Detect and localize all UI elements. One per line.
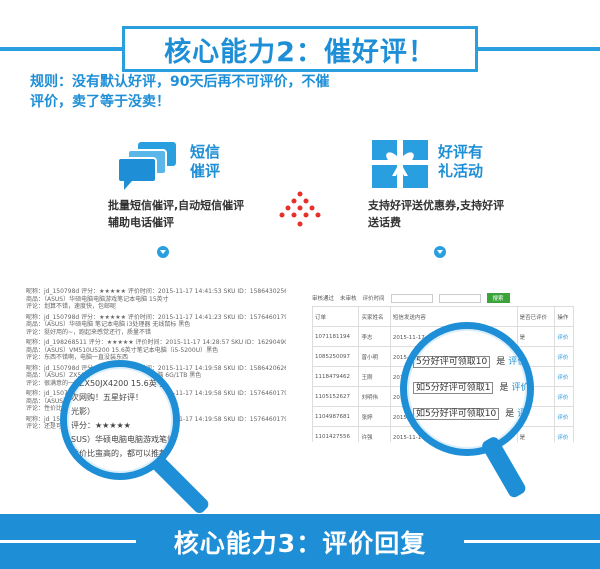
lens-row: 如5分好评可领取1 是评价	[413, 375, 527, 401]
review-row: 评论：挺好用的~，跑起来感觉还行，质量不错	[26, 328, 152, 336]
search-button[interactable]: 搜索	[486, 293, 510, 303]
magnifier-lens-right: 5分好评可领取10 是评价 如5分好评可领取1 是评价 如5分好评可领取10 是评价	[400, 322, 534, 456]
table-cell: 曾小明	[358, 346, 391, 367]
col-header: 是否已评价	[516, 306, 556, 327]
lens-sms-text: 如5分好评可领取10	[413, 408, 500, 420]
chat-bubbles-icon	[117, 142, 176, 190]
bottom-title-bar: 核心能力3：评价回复	[0, 514, 600, 569]
feature-gift-label-2: 礼活动	[438, 162, 484, 180]
review-link[interactable]: 评价	[554, 406, 574, 427]
lens-sms-text: 如5分好评可领取1	[413, 382, 494, 394]
lens-yes: 是	[499, 383, 509, 393]
table-cell: 许强	[358, 426, 391, 442]
title-box: 核心能力2：催好评！	[122, 26, 478, 72]
review-link[interactable]: 评价	[554, 426, 574, 442]
lens-review-link[interactable]: 评价	[508, 357, 526, 367]
lens-text: 评分：★★★★★	[71, 421, 131, 430]
table-cell: 1101427556	[312, 426, 360, 442]
lens-text: 光影）	[71, 407, 95, 416]
filter-approved[interactable]: 审核通过	[312, 294, 334, 302]
date-from-input[interactable]	[390, 293, 433, 303]
filter-date-label: 评价时间	[362, 296, 385, 302]
chevron-down-icon	[157, 246, 169, 258]
gift-box-icon	[372, 140, 428, 188]
table-cell: 1071181194	[312, 326, 360, 347]
lens-text: 次网购！五星好评！	[71, 393, 143, 402]
review-row: 昵称：jd_150798d 评分：★★★★★ 评价时间：2015-11-17 1…	[26, 364, 286, 372]
section-title-bar: 核心能力2：催好评！	[0, 26, 600, 72]
table-cell: 是	[516, 426, 556, 442]
lens-row: 如5分好评可领取10 是评价	[413, 401, 527, 427]
review-row: 商品：（ASUS）VM510U5200 15.6英寸笔记本电脑（i5-5200U…	[26, 346, 219, 354]
review-row: 昵称：jd_150798d 评分：★★★★★ 评价时间：2015-11-17 1…	[26, 313, 286, 321]
rule-text: 规则：没有默认好评，90天后再不可评价，不催评价，卖了等于没卖！	[30, 74, 330, 110]
col-header: 买家姓名	[358, 306, 391, 327]
review-row: 商品：（ASUS）华硕电脑 笔记本电脑 i3处理器 无线鼠标 黑色	[26, 321, 191, 328]
lens-review-link[interactable]: 评价	[511, 383, 527, 393]
date-to-input[interactable]	[438, 293, 481, 303]
review-row: 昵称：jd_150798d 评分：★★★★★ 评价时间：2015-11-17 1…	[26, 288, 286, 295]
table-cell: 1104987681	[312, 406, 360, 427]
feature-sms-label-1: 短信	[190, 143, 221, 161]
feature-sms-label-2: 催评	[190, 162, 221, 180]
review-link[interactable]: 评价	[554, 386, 574, 407]
feature-gift-desc-1: 支持好评送优惠券,支持好评	[368, 199, 505, 212]
review-link[interactable]: 评价	[554, 326, 574, 347]
feature-sms-desc-2: 辅助电话催评	[108, 216, 174, 229]
review-link[interactable]: 评价	[554, 346, 574, 367]
section-title: 核心能力2：催好评！	[164, 36, 436, 68]
bottom-title-box: 核心能力3：评价回复	[136, 514, 464, 569]
review-row: 商品：（ASUS）华硕电脑电脑游戏笔记本电脑 15英寸	[26, 295, 169, 303]
lens-sms-text: 5分好评可领取10	[413, 356, 491, 368]
table-cell: 张婷	[358, 406, 391, 427]
review-row: 评论：东西不错啊，电脑一直没装东西	[26, 354, 129, 361]
table-cell: 是	[516, 326, 556, 347]
filter-unapproved[interactable]: 未审核	[340, 294, 357, 302]
review-row: 评论：划算不错，速度快，包邮呢	[26, 303, 117, 310]
col-header: 订单	[312, 306, 360, 327]
lens-text: SUS）华硕电脑电脑游戏笔记本	[71, 435, 180, 444]
feature-gift-label-1: 好评有	[438, 143, 484, 161]
lens-text: ）ZX50JX4200 15.6英寸笔记	[71, 379, 180, 388]
lens-yes: 是	[505, 409, 515, 419]
review-row: 昵称：jd_198268511 评分：★★★★★ 评价时间：2015-11-17…	[26, 339, 286, 346]
review-link[interactable]: 评价	[554, 366, 574, 387]
col-header: 操作	[554, 306, 574, 327]
connector-dots-icon	[279, 191, 321, 227]
table-cell: 李志	[358, 326, 391, 347]
table-cell: 1085250097	[312, 346, 360, 367]
table-cell: 王刚	[358, 366, 391, 387]
feature-gift-desc-2: 送话费	[368, 216, 401, 229]
table-cell: 刘明伟	[358, 386, 391, 407]
section-title-3: 核心能力3：评价回复	[173, 528, 427, 558]
lens-yes: 是	[496, 357, 506, 367]
table-cell: 1105152627	[312, 386, 360, 407]
feature-sms-desc-1: 批量短信催评,自动短信催评	[108, 199, 245, 212]
lens-row: 5分好评可领取10 是评价	[413, 349, 527, 375]
chevron-down-icon	[434, 246, 446, 258]
table-cell: 1118479462	[312, 366, 360, 387]
